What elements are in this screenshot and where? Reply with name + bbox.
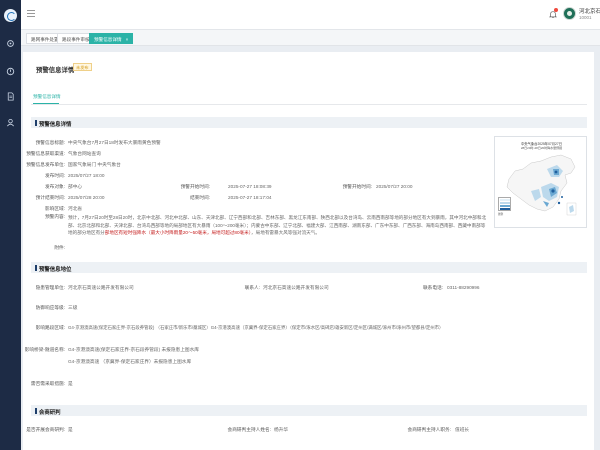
start-time-value: 2025/07/27 20:00 xyxy=(376,184,413,189)
head-label: 会商研判主持人姓名: xyxy=(227,427,272,432)
detour-value: 是 xyxy=(68,381,73,386)
section-title: 预警信息地位 xyxy=(39,266,72,273)
role-value: 值班长 xyxy=(455,427,470,432)
user-name[interactable]: 河北京石... xyxy=(579,7,600,15)
expect-value: 2025/07/28 20:00 xyxy=(68,195,105,200)
legend-label: 图例 xyxy=(498,213,504,216)
unit-label: 隐患管理单位: xyxy=(35,285,65,290)
tab-warning-info[interactable]: 预警信息详情 xyxy=(33,94,61,100)
rank-value: 三级 xyxy=(68,305,78,310)
start-time-label: 预警开始时间: xyxy=(342,184,372,189)
valid-start-value: 2025-07-27 18:08:39 xyxy=(228,184,272,189)
document-icon[interactable] xyxy=(6,92,15,101)
issue-time-value: 2025/07/27 18:00 xyxy=(68,173,105,178)
contact-label: 联系人: xyxy=(244,285,260,290)
head-value: 杨升华 xyxy=(274,427,289,432)
section-title: 预警信息详情 xyxy=(39,121,72,128)
section-warning-detail: 预警信息详情 xyxy=(31,117,587,128)
china-map-image xyxy=(506,154,577,216)
end-label: 结束时间: xyxy=(189,195,210,200)
top-bar: 河北京石... 10001 xyxy=(21,0,600,30)
issue-time-label: 发布时间: xyxy=(44,173,65,178)
tab-label: 预警信息详情 xyxy=(94,37,122,42)
notification-badge xyxy=(554,8,558,12)
phone-label: 联系电话: xyxy=(422,285,443,290)
user-icon[interactable] xyxy=(6,118,15,127)
unit-value: 河北京石高速公路开发有限公司 xyxy=(68,285,134,290)
meeting-value: 是 xyxy=(68,427,73,432)
contact-value: 河北京石高速公路开发有限公司 xyxy=(263,285,329,290)
sites-line-1: G4-京港澳高速(保定石家庄界-京石段养管段) 未报隐患上图水库 xyxy=(68,347,199,352)
rank-label: 防御响应等级: xyxy=(35,305,65,310)
publish-value: 部中心 xyxy=(68,184,83,189)
menu-toggle-icon[interactable] xyxy=(27,10,35,17)
map-legend xyxy=(498,197,511,211)
content-label: 预警内容: xyxy=(44,214,65,219)
title-value: 中央气象台7月27日18时发布大暴雨黄色预警 xyxy=(68,140,161,145)
tab-warning-detail[interactable]: 预警信息详情 × xyxy=(89,33,134,44)
end-value: 2025-07-27 18:17:04 xyxy=(228,195,272,200)
section-title: 会商研判 xyxy=(39,409,61,416)
status-badge: 未发布 xyxy=(73,63,92,71)
source-label: 预警信息获取渠道: xyxy=(26,151,65,156)
phone-value: 0311-88290996 xyxy=(447,285,480,290)
avatar[interactable] xyxy=(563,7,576,20)
sites-line-2: G4-京港澳高速 （京冀界-保定石家庄界）未报隐患上图水库 xyxy=(68,359,192,364)
expect-label: 预计结束时间: xyxy=(35,195,65,200)
roads-label: 影响路段区域: xyxy=(35,325,65,330)
map-subtitle: 28日20时-28日20时降水量预报 xyxy=(520,146,563,150)
sidebar xyxy=(0,0,21,450)
detour-label: 需否需采取措施: xyxy=(30,381,65,386)
tab-label: 路段事件审核 xyxy=(62,37,90,42)
region-value: 河北省 xyxy=(68,206,83,211)
attachment-label: 附件: xyxy=(54,245,65,250)
info-icon[interactable] xyxy=(6,67,15,76)
content-highlight: 部地区有短时强降水（最大小时降雨量20～50毫米，局地可超过80毫米） xyxy=(104,230,252,235)
title-label: 预警信息标题: xyxy=(35,140,65,145)
tab-label: 路网事件处置 xyxy=(31,37,59,42)
region-label: 影响区域: xyxy=(44,206,65,211)
roads-value: G4-京港澳高速(保定石家庄界-京石段养管段) （石家庄市/新乐市/藁城区）G4… xyxy=(68,325,444,330)
page-title: 预警信息详情 xyxy=(36,67,75,74)
gear-icon[interactable] xyxy=(6,39,15,48)
main-card: 预警信息详情 未发布 预警信息详情 预警信息详情 预警信息标题: 中央气象台7月… xyxy=(23,52,594,450)
org-label: 预警信息发布单位: xyxy=(26,162,65,167)
tab-bar: 路网事件处置 路段事件审核 预警信息详情 × xyxy=(21,30,600,46)
content-text-end: ，局地有雷暴大风等强对流天气。 xyxy=(251,230,320,235)
meeting-label: 是否开展会商研判: xyxy=(26,427,65,432)
section-location: 预警信息地位 xyxy=(31,262,587,273)
publish-label: 发布对象: xyxy=(44,184,65,189)
user-id: 10001 xyxy=(579,15,592,20)
divider xyxy=(31,104,587,105)
sites-label: 影响桥梁-隧道名称: xyxy=(24,347,65,352)
app-logo[interactable] xyxy=(4,9,17,22)
org-value: 国家气象局门 中央气象台 xyxy=(68,162,121,167)
role-label: 会商研判主持人职务: xyxy=(407,427,452,432)
forecast-map[interactable]: 中央气象台2025年07月27日 28日20时-28日20时降水量预报 图例 xyxy=(494,136,587,228)
source-value: 气象台网站查询 xyxy=(68,151,101,156)
valid-start-label: 预警开始时间: xyxy=(180,184,210,189)
section-meeting: 会商研判 xyxy=(31,405,587,416)
close-icon[interactable]: × xyxy=(126,37,129,42)
warning-content: 预计，7月27日20时至28日20时，北京中北部、河北中北部、山东、天津北部、辽… xyxy=(68,214,488,237)
